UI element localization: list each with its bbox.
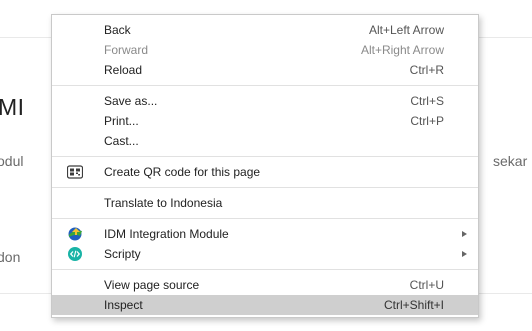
scripty-icon bbox=[67, 246, 83, 262]
menu-separator bbox=[52, 85, 478, 86]
idm-icon bbox=[67, 226, 83, 242]
menu-item-shortcut: Ctrl+Shift+I bbox=[383, 298, 444, 312]
submenu-arrow-icon bbox=[462, 231, 467, 237]
menu-separator bbox=[52, 218, 478, 219]
menu-item-label: Forward bbox=[104, 43, 149, 57]
menu-item-inspect[interactable]: Inspect Ctrl+Shift+I bbox=[52, 295, 478, 315]
menu-item-create-qr-code[interactable]: Create QR code for this page bbox=[52, 162, 478, 182]
menu-separator bbox=[52, 269, 478, 270]
menu-item-shortcut: Alt+Left Arrow bbox=[368, 23, 444, 37]
page-heading: MI bbox=[0, 94, 25, 120]
menu-item-label: Back bbox=[104, 23, 131, 37]
menu-item-label: Create QR code for this page bbox=[104, 165, 261, 179]
menu-item-cast[interactable]: Cast... bbox=[52, 131, 478, 151]
qr-code-icon bbox=[66, 164, 84, 180]
context-menu: Back Alt+Left Arrow Forward Alt+Right Ar… bbox=[51, 14, 479, 318]
menu-item-label: Save as... bbox=[104, 94, 158, 108]
page-text-right: sekar bbox=[493, 153, 528, 169]
menu-item-shortcut: Ctrl+R bbox=[409, 63, 444, 77]
menu-item-save-as[interactable]: Save as... Ctrl+S bbox=[52, 91, 478, 111]
page-text-left: odul bbox=[0, 153, 24, 169]
menu-item-back[interactable]: Back Alt+Left Arrow bbox=[52, 20, 478, 40]
menu-item-label: Scripty bbox=[104, 247, 141, 261]
menu-item-label: Cast... bbox=[104, 134, 139, 148]
menu-item-label: Inspect bbox=[104, 298, 143, 312]
menu-item-label: View page source bbox=[104, 278, 200, 292]
menu-separator bbox=[52, 187, 478, 188]
menu-item-forward[interactable]: Forward Alt+Right Arrow bbox=[52, 40, 478, 60]
menu-item-label: Print... bbox=[104, 114, 139, 128]
submenu-arrow-icon bbox=[462, 251, 467, 257]
menu-item-shortcut: Ctrl+S bbox=[410, 94, 444, 108]
menu-item-shortcut: Ctrl+P bbox=[410, 114, 444, 128]
page-text-left-2: don bbox=[0, 249, 21, 265]
menu-item-scripty[interactable]: Scripty bbox=[52, 244, 478, 264]
menu-separator bbox=[52, 156, 478, 157]
menu-item-shortcut: Alt+Right Arrow bbox=[360, 43, 444, 57]
menu-item-view-page-source[interactable]: View page source Ctrl+U bbox=[52, 275, 478, 295]
menu-item-label: Translate to Indonesia bbox=[104, 196, 223, 210]
menu-item-reload[interactable]: Reload Ctrl+R bbox=[52, 60, 478, 80]
menu-item-translate[interactable]: Translate to Indonesia bbox=[52, 193, 478, 213]
menu-item-shortcut: Ctrl+U bbox=[409, 278, 444, 292]
menu-item-label: IDM Integration Module bbox=[104, 227, 229, 241]
menu-item-print[interactable]: Print... Ctrl+P bbox=[52, 111, 478, 131]
menu-item-label: Reload bbox=[104, 63, 143, 77]
menu-item-idm-integration[interactable]: IDM Integration Module bbox=[52, 224, 478, 244]
